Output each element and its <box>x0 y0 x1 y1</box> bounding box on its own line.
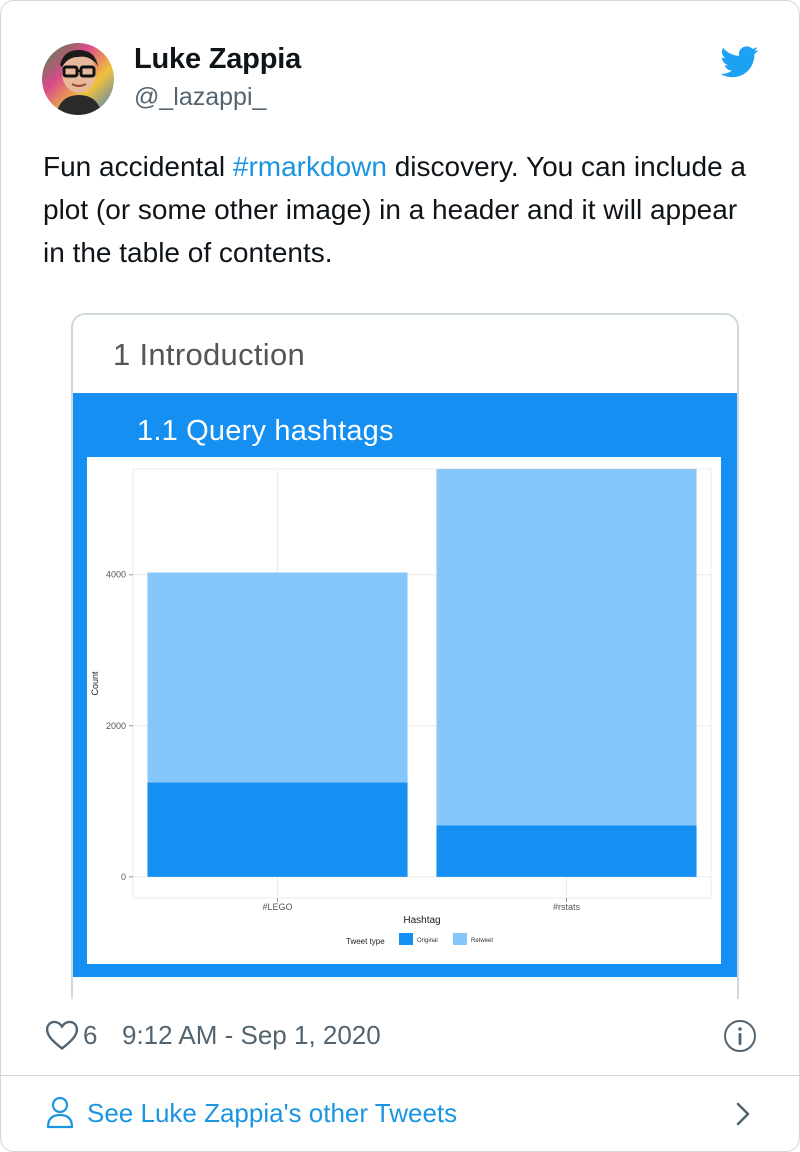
see-other-tweets-link[interactable]: See Luke Zappia's other Tweets <box>1 1077 799 1151</box>
author-name[interactable]: Luke Zappia <box>134 43 301 76</box>
bar-original-rstats <box>436 825 697 877</box>
see-other-tweets-label[interactable]: See Luke Zappia's other Tweets <box>87 1098 457 1129</box>
tweet-media-image[interactable]: 1 Introduction 1.1 Query hashtags 0 2000 4… <box>71 313 739 999</box>
toc-heading-introduction: 1 Introduction <box>113 337 306 372</box>
toc-active-panel: 1.1 Query hashtags 0 2000 4000 #LEGO #rstats… <box>73 393 737 977</box>
tweet-footer: 6 9:12 AM - Sep 1, 2020 <box>45 1017 761 1057</box>
heart-icon[interactable] <box>45 1019 79 1051</box>
y-axis-label: Count <box>90 671 100 696</box>
footer-divider <box>1 1075 799 1076</box>
y-tick-label: 2000 <box>106 721 126 731</box>
avatar[interactable] <box>42 43 114 115</box>
bar-retweet-lego <box>147 572 408 783</box>
x-tick-label: #LEGO <box>262 902 292 912</box>
y-tick-label: 4000 <box>106 570 126 580</box>
bar-retweet-rstats <box>436 469 697 826</box>
stacked-bar-chart: 0 2000 4000 #LEGO #rstats Hashtag Count Tweet t… <box>90 468 712 946</box>
plot-container: 0 2000 4000 #LEGO #rstats Hashtag Count Tweet t… <box>87 457 721 964</box>
x-tick-label: #rstats <box>553 902 581 912</box>
y-tick-label: 0 <box>121 872 126 882</box>
person-icon <box>45 1096 75 1130</box>
legend-label-retweet: Retweet <box>471 938 493 944</box>
bar-original-lego <box>147 782 408 877</box>
info-icon[interactable] <box>723 1019 757 1053</box>
tweet-text-start: Fun accidental <box>43 151 233 182</box>
twitter-bird-icon[interactable] <box>720 45 759 79</box>
toc-heading-query-hashtags: 1.1 Query hashtags <box>137 415 394 447</box>
like-count[interactable]: 6 <box>83 1020 97 1051</box>
tweet-card: Luke Zappia @_lazappi_ Fun accidental #r… <box>0 0 800 1152</box>
tweet-text: Fun accidental #rmarkdown discovery. You… <box>43 145 763 274</box>
legend-swatch-retweet <box>453 933 467 945</box>
legend-swatch-original <box>399 933 413 945</box>
legend-title: Tweet type <box>346 937 385 946</box>
author-handle[interactable]: @_lazappi_ <box>134 83 266 112</box>
legend-label-original: Original <box>417 938 438 944</box>
chevron-right-icon[interactable] <box>731 1099 755 1129</box>
x-axis-label: Hashtag <box>403 915 440 926</box>
hashtag-link[interactable]: #rmarkdown <box>233 151 387 182</box>
tweet-timestamp[interactable]: 9:12 AM - Sep 1, 2020 <box>122 1020 381 1051</box>
